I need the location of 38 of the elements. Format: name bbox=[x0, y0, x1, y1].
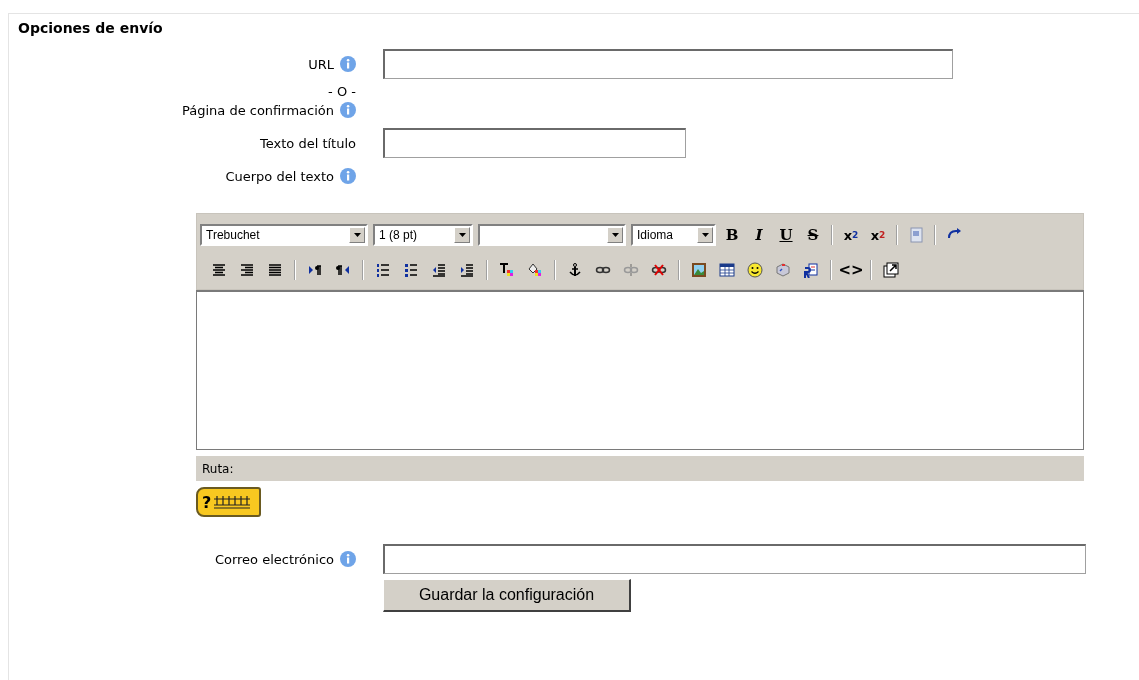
path-label: Ruta: bbox=[202, 461, 234, 476]
url-field[interactable] bbox=[383, 49, 953, 79]
caret-icon bbox=[349, 227, 365, 243]
toolbar-button[interactable]: x$^{2}$ bbox=[867, 224, 889, 246]
toolbar-dropdown[interactable]: Trebuchet bbox=[200, 224, 368, 246]
section-title: Opciones de envío bbox=[17, 20, 164, 36]
caret-icon bbox=[607, 227, 623, 243]
field-label: Cuerpo del texto bbox=[225, 168, 334, 184]
field-label: Página de confirmación bbox=[181, 102, 334, 118]
info-icon[interactable] bbox=[340, 102, 356, 118]
info-icon[interactable] bbox=[340, 168, 356, 184]
email-field[interactable] bbox=[383, 544, 1086, 574]
caret-icon bbox=[454, 227, 470, 243]
caret-icon bbox=[697, 227, 713, 243]
keyboard-icon bbox=[213, 495, 252, 509]
dropdown-value: Idioma bbox=[637, 228, 674, 242]
toolbar-button[interactable]: S bbox=[802, 224, 824, 246]
dropdown-value: 1 (8 pt) bbox=[379, 228, 417, 242]
or-separator: - O - bbox=[328, 84, 356, 99]
toolbar-dropdown[interactable] bbox=[478, 224, 626, 246]
dropdown-value: Trebuchet bbox=[206, 228, 260, 242]
toolbar-button[interactable]: I bbox=[748, 224, 770, 246]
toolbar-button[interactable]: U bbox=[775, 224, 797, 246]
save-button[interactable]: Guardar la configuración bbox=[383, 579, 631, 612]
toolbar-dropdown[interactable]: Idioma bbox=[631, 224, 716, 246]
field-label: Correo electrónico bbox=[214, 551, 334, 567]
smiley-icon[interactable] bbox=[744, 259, 766, 281]
info-icon[interactable] bbox=[340, 551, 356, 567]
toolbar-dropdown[interactable]: 1 (8 pt) bbox=[373, 224, 473, 246]
info-icon[interactable] bbox=[340, 56, 356, 72]
keyboard-help-button[interactable]: ? bbox=[196, 487, 261, 517]
toolbar-button[interactable]: <> bbox=[840, 259, 862, 281]
fullscreen-icon[interactable] bbox=[880, 259, 902, 281]
toolbar-button[interactable]: B bbox=[721, 224, 743, 246]
editor-text-area[interactable] bbox=[196, 290, 1084, 450]
title-field[interactable] bbox=[383, 128, 686, 158]
field-label: Texto del título bbox=[260, 135, 356, 151]
field-label: URL bbox=[308, 56, 334, 72]
